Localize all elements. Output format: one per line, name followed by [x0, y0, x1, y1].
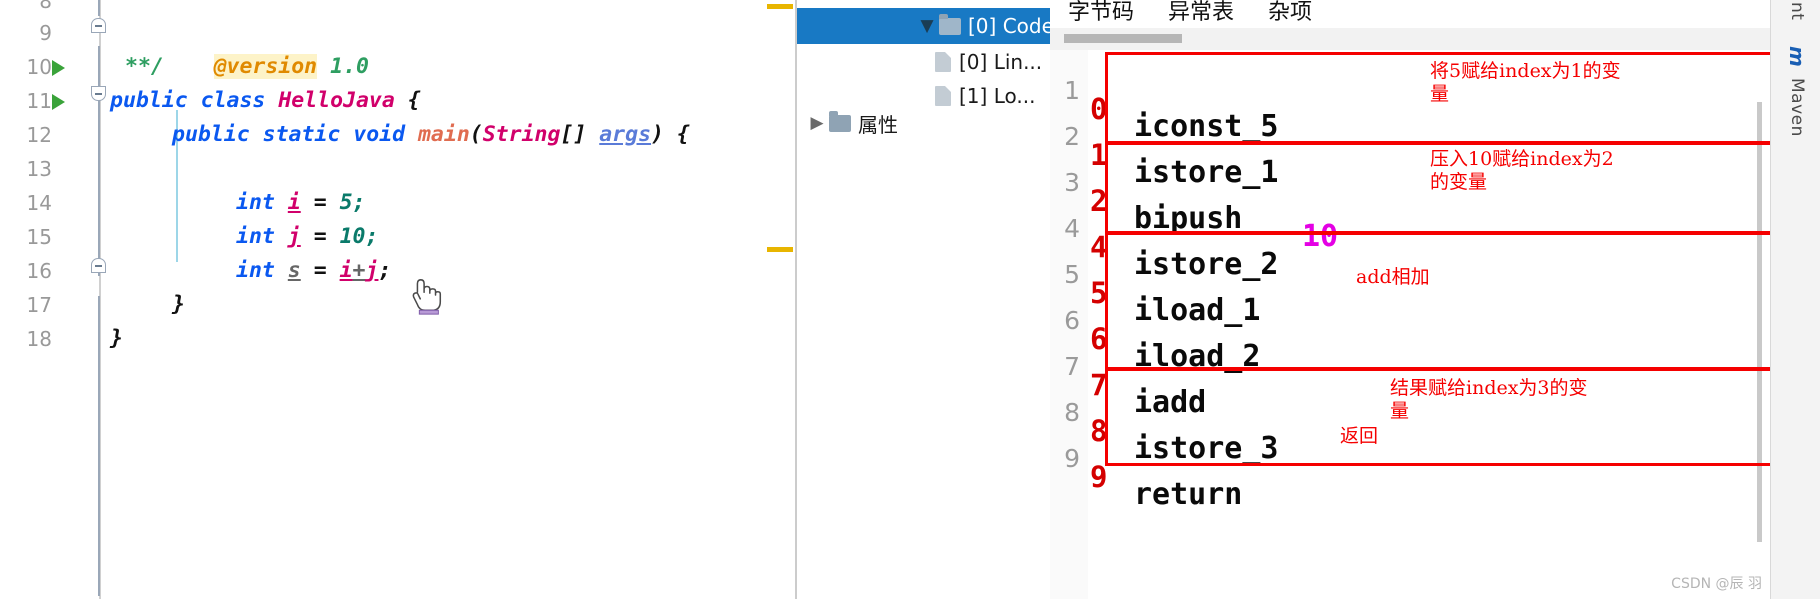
- code-line-16[interactable]: }: [0, 254, 793, 317]
- chevron-down-icon[interactable]: ▼: [915, 16, 939, 36]
- tree-item-label: [0] Code: [968, 14, 1054, 38]
- tree-item-label: 属性: [858, 112, 898, 137]
- bytecode-mnemonic: return: [1134, 477, 1243, 512]
- code-editor[interactable]: 8 9 10 11 12 13 14 15 16 17 18 @version …: [0, 0, 793, 599]
- method-name-main: main: [417, 122, 470, 147]
- annotation-text-4: 结果赋给index为3的变量: [1390, 377, 1588, 422]
- keyword-void: void: [353, 122, 406, 147]
- bytecode-listing[interactable]: 1 0 iconst_5 2 1 istore_1 3 2 bipush 10 …: [1050, 50, 1770, 599]
- bytecode-row[interactable]: 1 0 iconst_5: [1050, 50, 1770, 144]
- tree-item-attributes[interactable]: ▶ 属性: [797, 105, 1058, 141]
- fold-stem: [98, 296, 100, 596]
- code-line-15[interactable]: int s = i+j;: [0, 220, 793, 283]
- code-line-8[interactable]: @version 1.0: [0, 0, 793, 79]
- annotation-text-1: 将5赋给index为1的变量: [1430, 60, 1621, 105]
- annotation-text-2: 压入10赋给index为2的变量: [1430, 148, 1614, 193]
- file-icon: [935, 52, 951, 72]
- screen-root: 8 9 10 11 12 13 14 15 16 17 18 @version …: [0, 0, 1820, 599]
- code-line-17[interactable]: }: [0, 288, 793, 351]
- tab-exception-table[interactable]: 异常表: [1168, 0, 1234, 26]
- annotation-text-5: 返回: [1340, 425, 1379, 447]
- bytecode-row[interactable]: 4 4 istore_2: [1050, 188, 1770, 282]
- bytecode-row[interactable]: 3 2 bipush 10: [1050, 142, 1770, 254]
- code-line-11[interactable]: public static void main(String[] args) {: [0, 84, 793, 147]
- code-line-14[interactable]: int j = 10;: [0, 186, 793, 249]
- folder-icon: [939, 13, 961, 35]
- right-strip-label-nt[interactable]: nt: [1787, 2, 1807, 20]
- right-strip-label-maven[interactable]: Maven: [1787, 78, 1807, 137]
- code-line-13[interactable]: int i = 5;: [0, 152, 793, 215]
- bytecode-row[interactable]: 7 7 iadd: [1050, 326, 1770, 420]
- right-tool-strip[interactable]: nt m Maven: [1770, 0, 1820, 599]
- brace-close: }: [110, 326, 123, 351]
- tree-item-label: [0] Lin...: [959, 50, 1043, 74]
- brace: {: [663, 122, 690, 147]
- toolbar-handle[interactable]: [1064, 34, 1182, 43]
- bytecode-toolbar: [1050, 28, 1770, 51]
- folder-icon: [829, 110, 851, 132]
- bytecode-offset: 9: [1090, 460, 1108, 494]
- param-args: args: [599, 122, 652, 147]
- right-strip-label-m[interactable]: m: [1785, 46, 1809, 67]
- tab-bytecode[interactable]: 字节码: [1068, 0, 1134, 26]
- mouse-cursor-hand-icon: [412, 279, 442, 315]
- bytecode-line-number: 9: [1064, 444, 1080, 473]
- keyword-static: static: [262, 122, 341, 147]
- keyword-public: public: [172, 122, 250, 147]
- watermark: CSDN @辰 羽: [1671, 576, 1762, 592]
- annotation-text-3: add相加: [1356, 266, 1430, 288]
- editor-marker-stripe: [767, 247, 793, 252]
- code-line-10[interactable]: public class HelloJava {: [0, 50, 793, 113]
- structure-tree-panel[interactable]: ▼ [0] Code [0] Lin... [1] Lo... ▶ 属性: [795, 0, 1168, 599]
- editor-marker-stripe: [767, 4, 793, 9]
- file-icon: [935, 86, 951, 106]
- paren-open: (: [469, 122, 483, 147]
- bytecode-panel[interactable]: 字节码 异常表 杂项 1 0 iconst_5 2 1 istore_1 3 2: [1050, 0, 1773, 599]
- type-string: String: [482, 122, 561, 147]
- tab-misc[interactable]: 杂项: [1268, 0, 1312, 26]
- array-brackets: []: [560, 122, 600, 147]
- chevron-right-icon[interactable]: ▶: [805, 113, 829, 133]
- bytecode-row[interactable]: 2 1 istore_1: [1050, 96, 1770, 190]
- bytecode-scrollbar[interactable]: [1757, 102, 1762, 542]
- code-line-9[interactable]: **/: [0, 16, 793, 79]
- paren-close: ): [651, 122, 664, 147]
